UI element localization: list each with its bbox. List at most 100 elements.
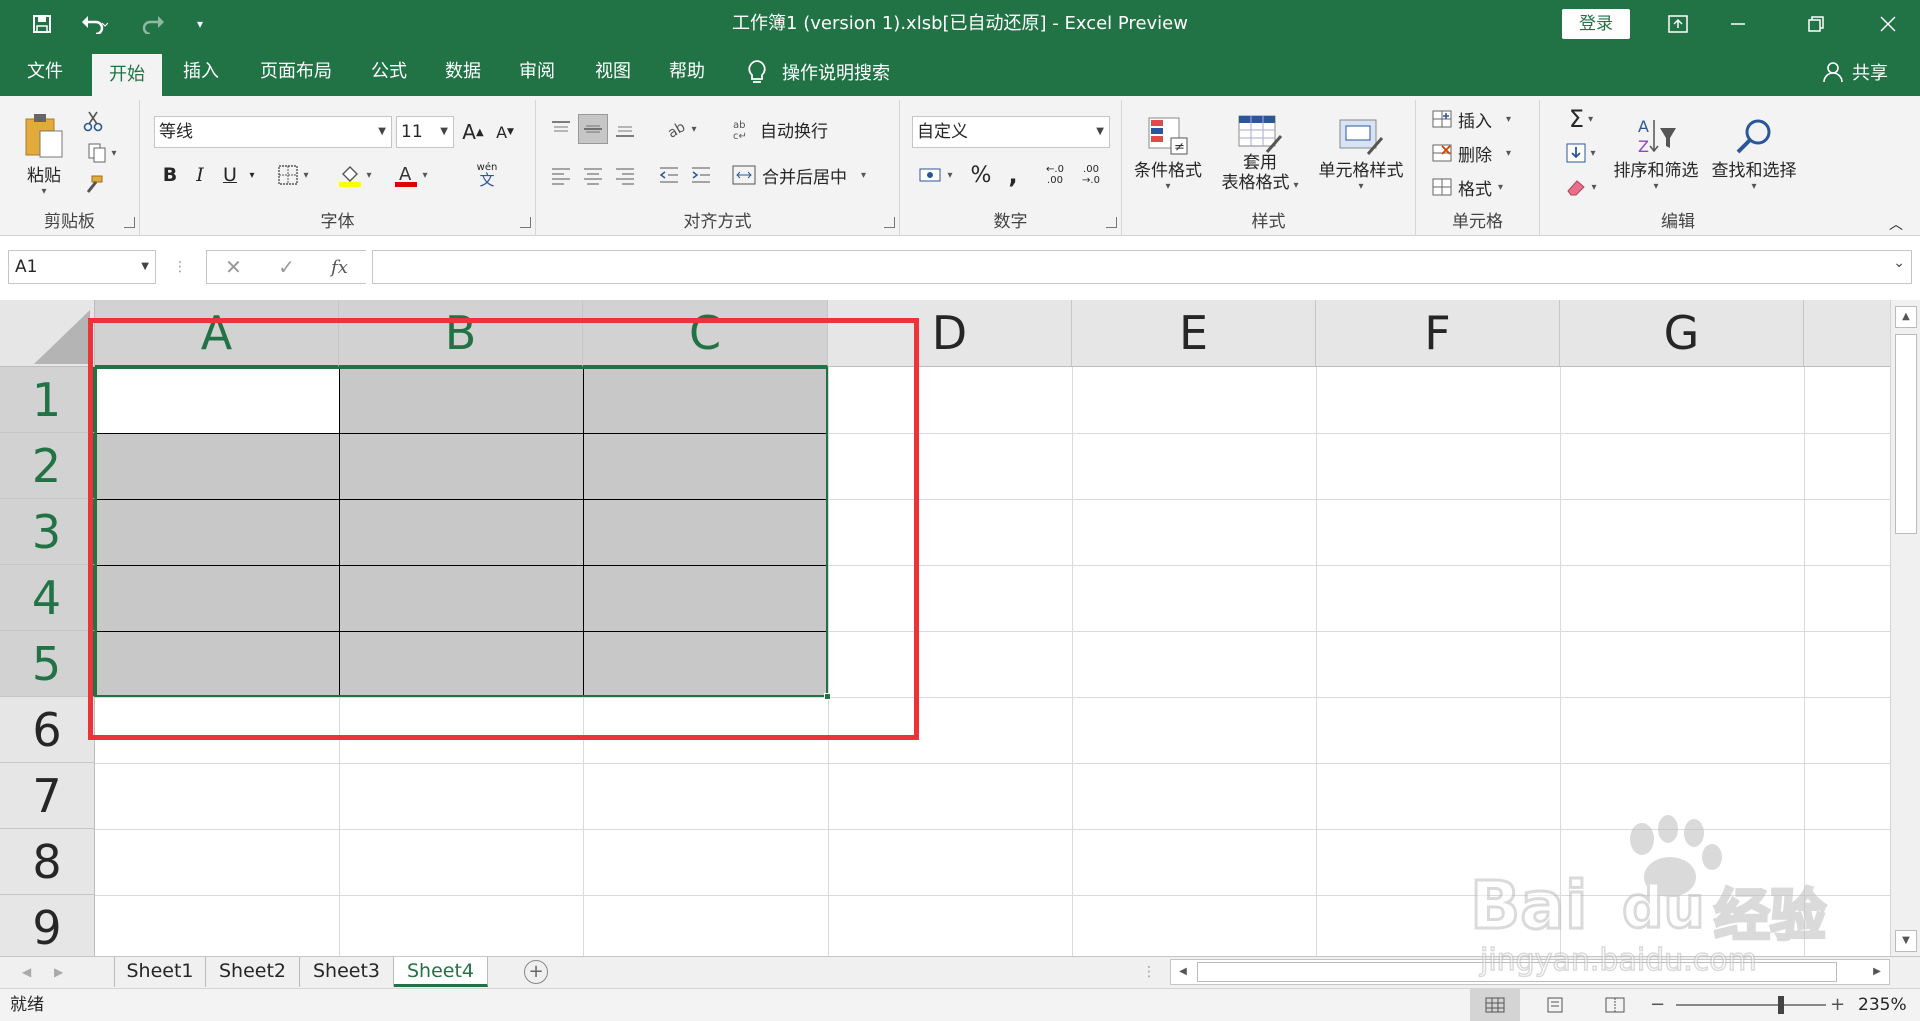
row-header-4[interactable]: 4	[0, 565, 95, 631]
scroll-left-icon[interactable]: ◀	[1173, 961, 1193, 983]
grow-font-button[interactable]: A ▲	[458, 116, 488, 148]
close-icon[interactable]	[1858, 0, 1918, 48]
redo-icon[interactable]	[128, 0, 176, 48]
number-format-combo[interactable]: 自定义 ▼	[912, 116, 1110, 148]
column-header-d[interactable]: D	[828, 300, 1072, 367]
font-launcher-icon[interactable]	[520, 217, 531, 228]
percent-style-button[interactable]: %	[966, 160, 996, 190]
font-color-button[interactable]: A ▾	[386, 160, 436, 190]
clipboard-launcher-icon[interactable]	[124, 217, 135, 228]
zoom-out-icon[interactable]: −	[1650, 989, 1670, 1021]
number-launcher-icon[interactable]	[1106, 217, 1117, 228]
undo-icon[interactable]	[70, 0, 118, 48]
formula-bar-grip-icon[interactable]: ⋮	[172, 250, 188, 284]
column-header-f[interactable]: F	[1316, 300, 1560, 367]
tab-file[interactable]: 文件	[10, 48, 80, 96]
normal-view-icon[interactable]	[1470, 989, 1520, 1021]
scroll-right-icon[interactable]: ▶	[1867, 961, 1887, 983]
formula-input[interactable]: ⌄	[372, 250, 1912, 284]
name-box[interactable]: A1 ▼	[8, 250, 156, 284]
row-header-6[interactable]: 6	[0, 697, 95, 763]
alignment-launcher-icon[interactable]	[884, 217, 895, 228]
sheet-tab-sheet2[interactable]: Sheet2	[206, 957, 300, 987]
sort-filter-button[interactable]: AZ 排序和筛选 ▾	[1608, 104, 1704, 204]
font-name-dropdown-icon[interactable]: ▼	[378, 117, 386, 147]
wrap-text-button[interactable]: ab c↵ 自动换行	[732, 114, 862, 144]
zoom-slider-thumb[interactable]	[1778, 996, 1784, 1014]
vertical-scrollbar[interactable]: ▲ ▼	[1890, 300, 1920, 956]
row-header-3[interactable]: 3	[0, 499, 95, 565]
sheet-tab-sheet3[interactable]: Sheet3	[300, 957, 394, 987]
prev-sheet-icon[interactable]: ◀	[22, 957, 52, 987]
tab-home[interactable]: 开始	[92, 54, 162, 96]
scroll-up-icon[interactable]: ▲	[1895, 306, 1917, 328]
tab-help[interactable]: 帮助	[652, 48, 722, 96]
fill-color-button[interactable]: ▾	[330, 160, 380, 190]
font-size-combo[interactable]: 11 ▼	[396, 116, 454, 148]
share-button[interactable]: 共享	[1822, 48, 1888, 96]
minimize-icon[interactable]	[1708, 0, 1768, 48]
column-header-e[interactable]: E	[1072, 300, 1316, 367]
underline-button[interactable]: U	[216, 160, 244, 190]
phonetic-guide-button[interactable]: wén 文	[462, 158, 512, 192]
column-header-h[interactable]	[1804, 300, 1890, 367]
tab-formulas[interactable]: 公式	[354, 48, 424, 96]
restore-icon[interactable]	[1786, 0, 1846, 48]
cut-icon[interactable]	[78, 108, 108, 134]
tab-data[interactable]: 数据	[428, 48, 498, 96]
conditional-formatting-button[interactable]: ≠ 条件格式 ▾	[1128, 104, 1208, 204]
row-header-5[interactable]: 5	[0, 631, 95, 697]
comma-style-button[interactable]: ,	[998, 160, 1028, 190]
font-name-combo[interactable]: 等线 ▼	[154, 116, 392, 148]
number-format-dropdown-icon[interactable]: ▼	[1096, 117, 1104, 147]
font-size-dropdown-icon[interactable]: ▼	[440, 117, 448, 147]
align-middle-icon[interactable]	[578, 114, 608, 144]
zoom-slider[interactable]	[1676, 1004, 1826, 1006]
zoom-level[interactable]: 235%	[1858, 989, 1907, 1021]
format-as-table-button[interactable]: 套用 表格格式 ▾	[1212, 104, 1308, 204]
scroll-thumb[interactable]	[1895, 334, 1917, 534]
find-select-button[interactable]: 查找和选择 ▾	[1706, 104, 1802, 204]
row-header-8[interactable]: 8	[0, 829, 95, 895]
shrink-font-button[interactable]: A ▼	[490, 116, 520, 148]
align-right-icon[interactable]	[610, 160, 640, 190]
ribbon-display-options-icon[interactable]	[1648, 0, 1708, 48]
orientation-button[interactable]: ab ▾	[656, 114, 706, 144]
expand-formula-bar-icon[interactable]: ⌄	[1893, 255, 1905, 271]
fill-handle[interactable]	[824, 693, 831, 700]
increase-decimal-button[interactable]: ←.0 .00	[1040, 160, 1070, 190]
tab-review[interactable]: 审阅	[502, 48, 572, 96]
column-header-a[interactable]: A	[95, 300, 339, 367]
merge-center-button[interactable]: 合并后居中 ▾	[732, 160, 888, 190]
align-top-icon[interactable]	[546, 114, 576, 144]
tab-insert[interactable]: 插入	[166, 48, 236, 96]
column-header-b[interactable]: B	[339, 300, 583, 367]
column-header-g[interactable]: G	[1560, 300, 1804, 367]
fill-button[interactable]: ▾	[1556, 138, 1606, 168]
row-header-2[interactable]: 2	[0, 433, 95, 499]
horizontal-scrollbar[interactable]: ◀ ▶	[1170, 959, 1890, 985]
clear-button[interactable]: ▾	[1556, 172, 1606, 202]
name-box-dropdown-icon[interactable]: ▼	[141, 251, 149, 283]
bold-button[interactable]: B	[156, 160, 184, 190]
cancel-icon[interactable]: ✕	[225, 255, 242, 279]
paste-button[interactable]: 粘贴 ▾	[14, 104, 74, 204]
format-cells-button[interactable]: 格式 ▾	[1432, 172, 1532, 202]
page-layout-view-icon[interactable]	[1530, 989, 1580, 1021]
decrease-indent-icon[interactable]	[654, 160, 684, 190]
delete-cells-button[interactable]: 删除 ▾	[1432, 138, 1532, 168]
zoom-in-icon[interactable]: +	[1830, 989, 1850, 1021]
new-sheet-icon[interactable]: +	[524, 960, 548, 984]
copy-icon[interactable]: ▾	[78, 140, 126, 166]
next-sheet-icon[interactable]: ▶	[54, 957, 84, 987]
worksheet-grid[interactable]: A B C D E F G 1 2 3 4 5 6 7 8 9	[0, 300, 1890, 956]
save-icon[interactable]	[24, 0, 60, 48]
sheet-tab-sheet1[interactable]: Sheet1	[114, 957, 206, 987]
hscroll-thumb[interactable]	[1197, 962, 1837, 982]
collapse-ribbon-icon[interactable]: ︿	[1884, 214, 1908, 234]
borders-button[interactable]: ▾	[268, 160, 318, 190]
tab-page-layout[interactable]: 页面布局	[246, 48, 346, 96]
insert-cells-button[interactable]: 插入 ▾	[1432, 104, 1532, 134]
tab-split-grip-icon[interactable]: ⋮	[1142, 957, 1162, 987]
tab-view[interactable]: 视图	[578, 48, 648, 96]
